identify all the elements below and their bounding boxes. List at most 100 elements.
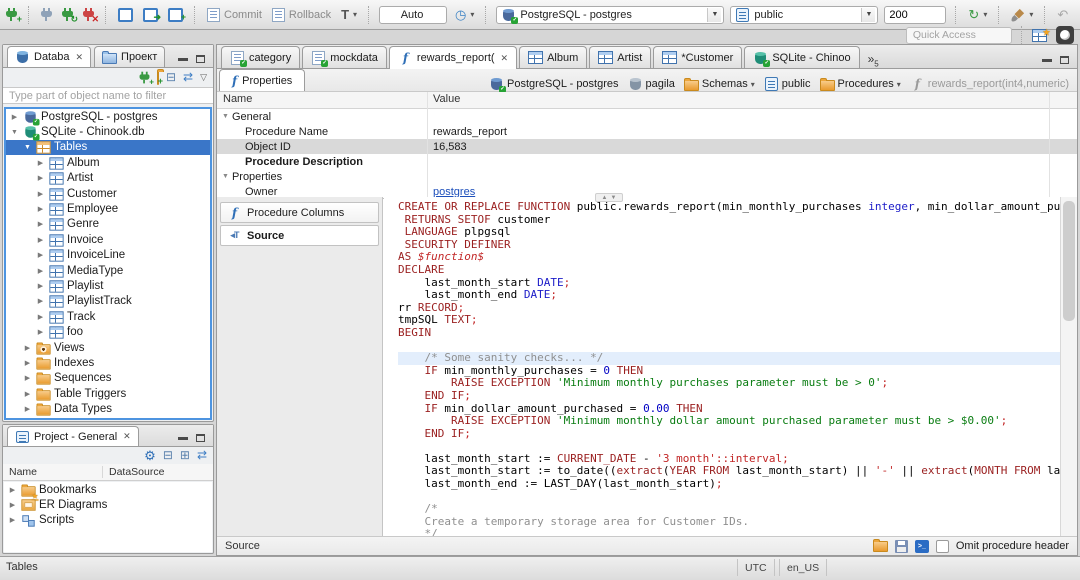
dbeaver-perspective-button[interactable] [1056,26,1074,44]
close-icon[interactable]: ✕ [501,53,509,64]
tree-item-customer[interactable]: ▶ Customer [6,186,210,201]
tree-item-table-triggers[interactable]: ▶ Table Triggers [6,386,210,401]
tree-item-invoice[interactable]: ▶ Invoice [6,232,210,247]
expand-icon[interactable]: ▶ [35,205,46,213]
editor-tab-sqlite-chinoo[interactable]: ✓ SQLite - Chinoo [744,46,860,68]
owner-link[interactable]: postgres [433,186,475,198]
settings-gear-icon[interactable]: ⚙ [144,449,156,462]
editor-tab-mockdata[interactable]: ✓ mockdata [302,46,387,68]
expand-icon[interactable]: ▶ [7,516,18,524]
editor-subtab-procedure-columns[interactable]: f Procedure Columns [220,202,379,223]
expand-icon[interactable]: ▶ [35,174,46,182]
maximize-button[interactable] [196,434,205,442]
project-item-er-diagrams[interactable]: ▶ ER Diagrams [4,497,212,512]
property-row-properties[interactable]: ▼ Properties [217,169,1077,184]
collapse-all-icon[interactable]: ⊟ [163,449,173,462]
expand-icon[interactable]: ▶ [7,486,18,494]
new-folder-icon[interactable]: + [156,70,163,85]
maximize-button[interactable] [1060,56,1069,64]
project-item-scripts[interactable]: ▶ Scripts [4,513,212,528]
transaction-history-button[interactable]: ◷ ▾ [453,6,476,23]
tab-properties[interactable]: f Properties [219,69,306,91]
expand-icon[interactable]: ▶ [35,282,46,290]
expand-icon[interactable]: ▶ [35,313,46,321]
commit-mode-select[interactable]: Auto [379,5,448,24]
transaction-log-button[interactable]: T ▾ [339,5,359,24]
view-menu-icon[interactable]: ▽ [200,71,207,84]
editor-tab-album[interactable]: Album [519,46,588,68]
editor-subtab-source[interactable]: ◂T Source [220,225,379,246]
property-row-object-id[interactable]: Object ID 16,583 [217,139,1077,154]
column-header-name[interactable]: Name [217,92,427,108]
collapse-all-icon[interactable]: ⊟ [166,71,176,84]
expand-icon[interactable]: ▶ [35,267,46,275]
editor-tab-category[interactable]: ✓ category [221,46,301,68]
expand-icon[interactable]: ▶ [22,374,33,382]
open-sql-script-button[interactable]: + [166,6,186,24]
new-connection-button[interactable]: + [4,6,22,24]
tree-item-sequences[interactable]: ▶ Sequences [6,371,210,386]
column-divider[interactable] [427,92,428,198]
editor-tab-customer[interactable]: *Customer [653,46,743,68]
minimize-button[interactable] [1042,58,1052,62]
tree-item-genre[interactable]: ▶ Genre [6,217,210,232]
breadcrumb-postgresql-postgres[interactable]: ✓ PostgreSQL - postgres [489,77,619,93]
link-with-editor-icon[interactable]: ⇄ [197,449,207,462]
breadcrumb-pagila[interactable]: pagila [628,77,675,91]
rollback-button[interactable]: Rollback [270,6,333,24]
link-with-editor-icon[interactable]: ⇄ [183,71,193,84]
refresh-button[interactable]: ↻ ▾ [966,6,989,23]
editor-tab-rewards-report[interactable]: f rewards_report(✕ [388,46,518,69]
tab-overflow-button[interactable]: »5 [862,52,885,68]
format-brush-button[interactable]: ▾ [1009,6,1035,24]
property-row-procedure-description[interactable]: Procedure Description [217,154,1077,169]
splitter-handle[interactable]: ▲ ▼ [595,193,623,202]
sql-editor-button[interactable] [116,6,135,24]
expand-all-icon[interactable]: ⊞ [180,449,190,462]
column-header-value[interactable]: Value [427,92,460,108]
expand-icon[interactable]: ▶ [35,297,46,305]
fetch-size-input[interactable] [884,5,947,24]
tree-item-foo[interactable]: ▶ foo [6,324,210,339]
quick-access-input[interactable] [905,26,1012,44]
tree-item-artist[interactable]: ▶ Artist [6,171,210,186]
schema-select[interactable]: public ▼ [730,5,879,24]
open-file-icon[interactable] [872,538,888,552]
source-code-viewer[interactable]: CREATE OR REPLACE FUNCTION public.reward… [384,197,1061,536]
tab-projects[interactable]: Проект [94,46,166,67]
breadcrumb-procedures[interactable]: Procedures ▾ [819,77,901,91]
tree-item-track[interactable]: ▶ Track [6,309,210,324]
connect-button[interactable] [39,6,54,24]
breadcrumb-schemas[interactable]: Schemas ▾ [683,77,755,91]
expand-icon[interactable]: ▶ [22,405,33,413]
expand-icon[interactable]: ▶ [9,113,20,121]
collapse-icon[interactable]: ▼ [9,129,20,136]
tree-item-views[interactable]: ▶ Views [6,340,210,355]
console-icon[interactable]: >_ [914,539,929,553]
dropdown-arrow-icon[interactable]: ▼ [707,7,722,22]
project-item-bookmarks[interactable]: ▶ ★ Bookmarks [4,482,212,500]
dropdown-caret-icon[interactable]: ▾ [751,80,755,89]
source-scrollbar[interactable] [1060,197,1077,536]
undo-button[interactable]: ↶ [1055,6,1070,23]
expand-icon[interactable]: ▶ [35,328,46,336]
disconnect-button[interactable]: ✕ [81,6,99,24]
omit-procedure-header-checkbox[interactable] [935,539,949,553]
minimize-button[interactable] [178,57,188,61]
property-row-procedure-name[interactable]: Procedure Name rewards_report [217,124,1077,139]
scrollbar-thumb[interactable] [1063,201,1075,321]
expand-icon[interactable]: ▶ [35,251,46,259]
expand-icon[interactable]: ▶ [22,344,33,352]
dropdown-arrow-icon[interactable]: ▼ [861,7,876,22]
breadcrumb-public[interactable]: public [764,77,811,91]
breadcrumb-rewards-report-int4-numeric[interactable]: f rewards_report(int4,numeric) [910,77,1069,91]
close-icon[interactable]: ✕ [123,431,131,442]
expand-icon[interactable]: ▶ [35,159,46,167]
column-header-name[interactable]: Name [3,466,103,478]
tree-item-employee[interactable]: ▶ Employee [6,201,210,216]
dropdown-caret-icon[interactable]: ▾ [897,80,901,89]
timezone-indicator[interactable]: UTC [737,559,775,576]
tab-database-navigator[interactable]: Databa ✕ [7,46,92,67]
property-row-general[interactable]: ▼ General [217,109,1077,124]
tree-item-playlisttrack[interactable]: ▶ PlaylistTrack [6,294,210,309]
